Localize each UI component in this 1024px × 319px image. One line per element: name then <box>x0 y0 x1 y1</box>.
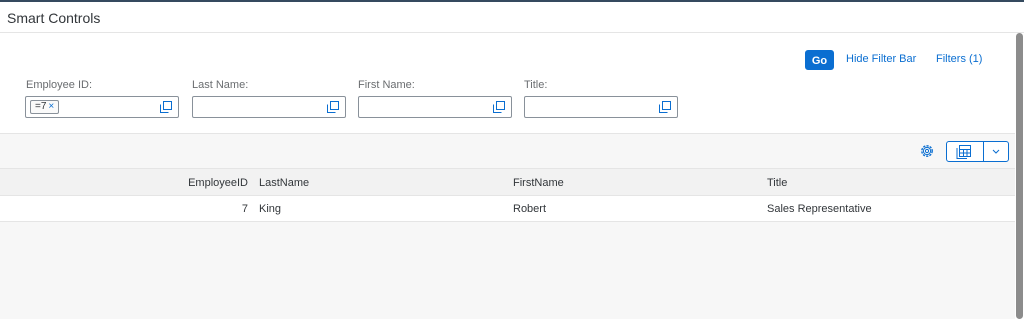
value-help-icon[interactable] <box>659 101 671 113</box>
cell-firstname: Robert <box>513 203 547 215</box>
employee-id-input[interactable]: =7 × <box>25 96 179 118</box>
token-remove-icon[interactable]: × <box>48 100 54 114</box>
table-header: EmployeeID LastName FirstName Title <box>0 168 1015 196</box>
hide-filter-bar-link[interactable]: Hide Filter Bar <box>846 53 916 65</box>
chevron-down-icon <box>992 149 1000 154</box>
value-help-icon[interactable] <box>160 101 172 113</box>
first-name-label: First Name: <box>358 79 415 91</box>
title-input[interactable] <box>524 96 678 118</box>
page-title: Smart Controls <box>7 10 101 26</box>
export-dropdown[interactable] <box>984 142 1008 161</box>
scrollbar-thumb[interactable] <box>1016 33 1023 319</box>
export-main[interactable] <box>947 142 984 161</box>
employee-id-token: =7 × <box>30 100 60 114</box>
first-name-input[interactable] <box>358 96 512 118</box>
export-button[interactable] <box>946 141 1009 162</box>
export-spreadsheet-icon <box>956 145 971 159</box>
table-row[interactable]: 7 King Robert Sales Representative <box>0 196 1015 222</box>
filter-bar <box>0 33 1024 134</box>
cell-employeeid: 7 <box>241 203 248 215</box>
title-label: Title: <box>524 79 548 91</box>
go-button[interactable]: Go <box>805 50 834 70</box>
value-help-icon[interactable] <box>327 101 339 113</box>
col-header-lastname[interactable]: LastName <box>259 177 309 189</box>
last-name-input[interactable] <box>192 96 346 118</box>
table-empty-area <box>0 222 1015 319</box>
cell-lastname: King <box>259 203 282 215</box>
col-header-title[interactable]: Title <box>767 177 787 189</box>
page-header: Smart Controls <box>0 2 1024 33</box>
gear-icon[interactable] <box>919 143 935 159</box>
filters-link[interactable]: Filters (1) <box>936 53 982 65</box>
col-header-firstname[interactable]: FirstName <box>513 177 564 189</box>
employee-id-label: Employee ID: <box>26 79 93 91</box>
col-header-employeeid[interactable]: EmployeeID <box>188 177 248 189</box>
cell-title: Sales Representative <box>767 203 872 215</box>
table-toolbar <box>0 134 1024 168</box>
vertical-scrollbar[interactable] <box>1015 33 1024 319</box>
token-text: =7 <box>35 101 47 112</box>
value-help-icon[interactable] <box>493 101 505 113</box>
last-name-label: Last Name: <box>192 79 249 91</box>
